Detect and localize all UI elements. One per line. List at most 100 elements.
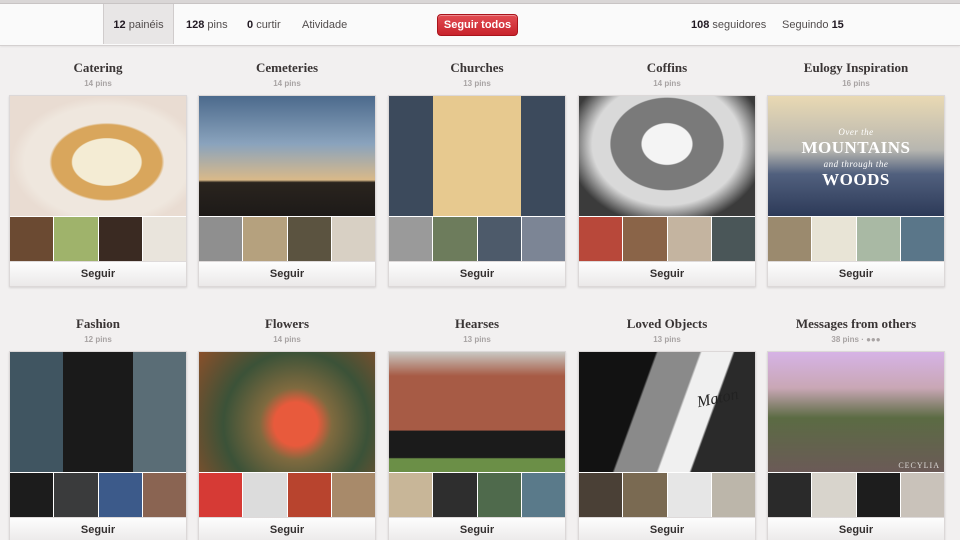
board-thumbnail[interactable] bbox=[98, 473, 142, 517]
board-thumbnail[interactable] bbox=[433, 217, 477, 261]
board-thumbnail[interactable] bbox=[623, 473, 667, 517]
board-card[interactable]: Seguir bbox=[198, 351, 376, 540]
stat-likes[interactable]: 0 curtir bbox=[247, 4, 281, 44]
follow-board-button[interactable]: Seguir bbox=[199, 261, 375, 286]
board-thumbnail[interactable] bbox=[856, 473, 900, 517]
board-card[interactable]: Seguir bbox=[578, 95, 756, 287]
follow-board-button[interactable]: Seguir bbox=[579, 261, 755, 286]
board-card[interactable]: Seguir bbox=[388, 95, 566, 287]
board-title[interactable]: Loved Objects bbox=[578, 316, 756, 332]
board-catering: Catering 14 pins Seguir bbox=[9, 60, 187, 287]
board-thumbnail[interactable] bbox=[142, 473, 186, 517]
board-thumbnail[interactable] bbox=[10, 473, 54, 517]
board-thumbnail[interactable] bbox=[812, 217, 856, 261]
board-card[interactable]: Seguir bbox=[9, 351, 187, 540]
board-card[interactable]: Seguir bbox=[198, 95, 376, 287]
board-thumbnail[interactable] bbox=[243, 217, 287, 261]
board-thumbnail[interactable] bbox=[900, 217, 944, 261]
board-cover-image[interactable] bbox=[199, 352, 375, 472]
follow-all-button[interactable]: Seguir todos bbox=[437, 14, 518, 36]
board-thumbnail[interactable] bbox=[433, 473, 477, 517]
board-thumbnail[interactable] bbox=[243, 473, 287, 517]
board-thumbnail[interactable] bbox=[667, 217, 711, 261]
board-thumbnail[interactable] bbox=[768, 473, 812, 517]
board-pin-count: 14 pins bbox=[84, 79, 112, 88]
stat-pins[interactable]: 128 pins bbox=[186, 4, 228, 44]
board-thumbnail[interactable] bbox=[667, 473, 711, 517]
board-card[interactable]: CECYLIA Seguir bbox=[767, 351, 945, 540]
board-card[interactable]: Over the Mountains and through the Woods… bbox=[767, 95, 945, 287]
stat-boards[interactable]: 12 painéis bbox=[103, 4, 174, 44]
board-thumbnail[interactable] bbox=[199, 473, 243, 517]
board-thumbnail[interactable] bbox=[579, 473, 623, 517]
stat-followers-label: seguidores bbox=[712, 19, 767, 31]
follow-board-button[interactable]: Seguir bbox=[10, 261, 186, 286]
board-thumbnail[interactable] bbox=[10, 217, 54, 261]
board-thumbnail[interactable] bbox=[54, 217, 98, 261]
follow-board-button[interactable]: Seguir bbox=[389, 261, 565, 286]
board-thumbnail[interactable] bbox=[142, 217, 186, 261]
follow-board-button[interactable]: Seguir bbox=[389, 517, 565, 540]
board-thumbnail[interactable] bbox=[579, 217, 623, 261]
follow-board-button[interactable]: Seguir bbox=[579, 517, 755, 540]
board-cover-image[interactable] bbox=[10, 352, 186, 472]
board-thumbnail[interactable] bbox=[856, 217, 900, 261]
board-thumbnail[interactable] bbox=[521, 473, 565, 517]
board-cover-image[interactable]: CECYLIA bbox=[768, 352, 944, 472]
group-board-icon: ●●● bbox=[866, 335, 881, 344]
follow-board-button[interactable]: Seguir bbox=[768, 261, 944, 286]
stat-followers[interactable]: 108 seguidores bbox=[691, 4, 766, 44]
board-title[interactable]: Hearses bbox=[388, 316, 566, 332]
board-thumbnail[interactable] bbox=[287, 217, 331, 261]
board-thumbnail[interactable] bbox=[331, 217, 375, 261]
board-cover-image[interactable] bbox=[579, 96, 755, 216]
follow-board-button[interactable]: Seguir bbox=[768, 517, 944, 540]
cover-watermark: CECYLIA bbox=[898, 461, 940, 470]
board-pin-count: 14 pins bbox=[273, 79, 301, 88]
board-cover-image[interactable] bbox=[389, 96, 565, 216]
board-cover-image[interactable] bbox=[10, 96, 186, 216]
stat-following[interactable]: Seguindo 15 bbox=[782, 4, 844, 44]
follow-board-button[interactable]: Seguir bbox=[10, 517, 186, 540]
board-title[interactable]: Cemeteries bbox=[198, 60, 376, 76]
board-thumbnail[interactable] bbox=[477, 217, 521, 261]
board-thumbnails bbox=[199, 473, 375, 517]
board-thumbnail[interactable] bbox=[623, 217, 667, 261]
board-thumbnail[interactable] bbox=[812, 473, 856, 517]
board-card[interactable]: Seguir bbox=[388, 351, 566, 540]
board-title[interactable]: Churches bbox=[388, 60, 566, 76]
board-hearses: Hearses 13 pins Seguir bbox=[388, 316, 566, 540]
board-thumbnail[interactable] bbox=[521, 217, 565, 261]
stat-likes-label: curtir bbox=[256, 19, 281, 31]
board-card[interactable]: Seguir bbox=[9, 95, 187, 287]
board-thumbnail[interactable] bbox=[331, 473, 375, 517]
board-thumbnail[interactable] bbox=[900, 473, 944, 517]
board-thumbnail[interactable] bbox=[54, 473, 98, 517]
board-cover-image[interactable]: Over the Mountains and through the Woods bbox=[768, 96, 944, 216]
board-thumbnail[interactable] bbox=[389, 217, 433, 261]
board-title[interactable]: Fashion bbox=[9, 316, 187, 332]
board-thumbnail[interactable] bbox=[477, 473, 521, 517]
board-thumbnail[interactable] bbox=[287, 473, 331, 517]
board-title[interactable]: Coffins bbox=[578, 60, 756, 76]
board-card[interactable]: Maton Seguir bbox=[578, 351, 756, 540]
board-title[interactable]: Catering bbox=[9, 60, 187, 76]
follow-board-button[interactable]: Seguir bbox=[199, 517, 375, 540]
board-title[interactable]: Messages from others bbox=[767, 316, 945, 332]
board-title[interactable]: Flowers bbox=[198, 316, 376, 332]
board-thumbnails bbox=[768, 473, 944, 517]
board-title[interactable]: Eulogy Inspiration bbox=[767, 60, 945, 76]
board-thumbnail[interactable] bbox=[711, 217, 755, 261]
board-thumbnail[interactable] bbox=[199, 217, 243, 261]
board-thumbnail[interactable] bbox=[389, 473, 433, 517]
board-cover-image[interactable] bbox=[199, 96, 375, 216]
stat-activity[interactable]: Atividade bbox=[302, 4, 347, 44]
board-thumbnail[interactable] bbox=[711, 473, 755, 517]
board-thumbnail[interactable] bbox=[98, 217, 142, 261]
cover-quote-line: and through the bbox=[823, 159, 889, 169]
board-cover-image[interactable]: Maton bbox=[579, 352, 755, 472]
board-thumbnail[interactable] bbox=[768, 217, 812, 261]
board-cover-image[interactable] bbox=[389, 352, 565, 472]
cover-brand-text: Maton bbox=[695, 385, 740, 412]
board-pin-count-row: 38 pins · ●●● bbox=[767, 333, 945, 347]
